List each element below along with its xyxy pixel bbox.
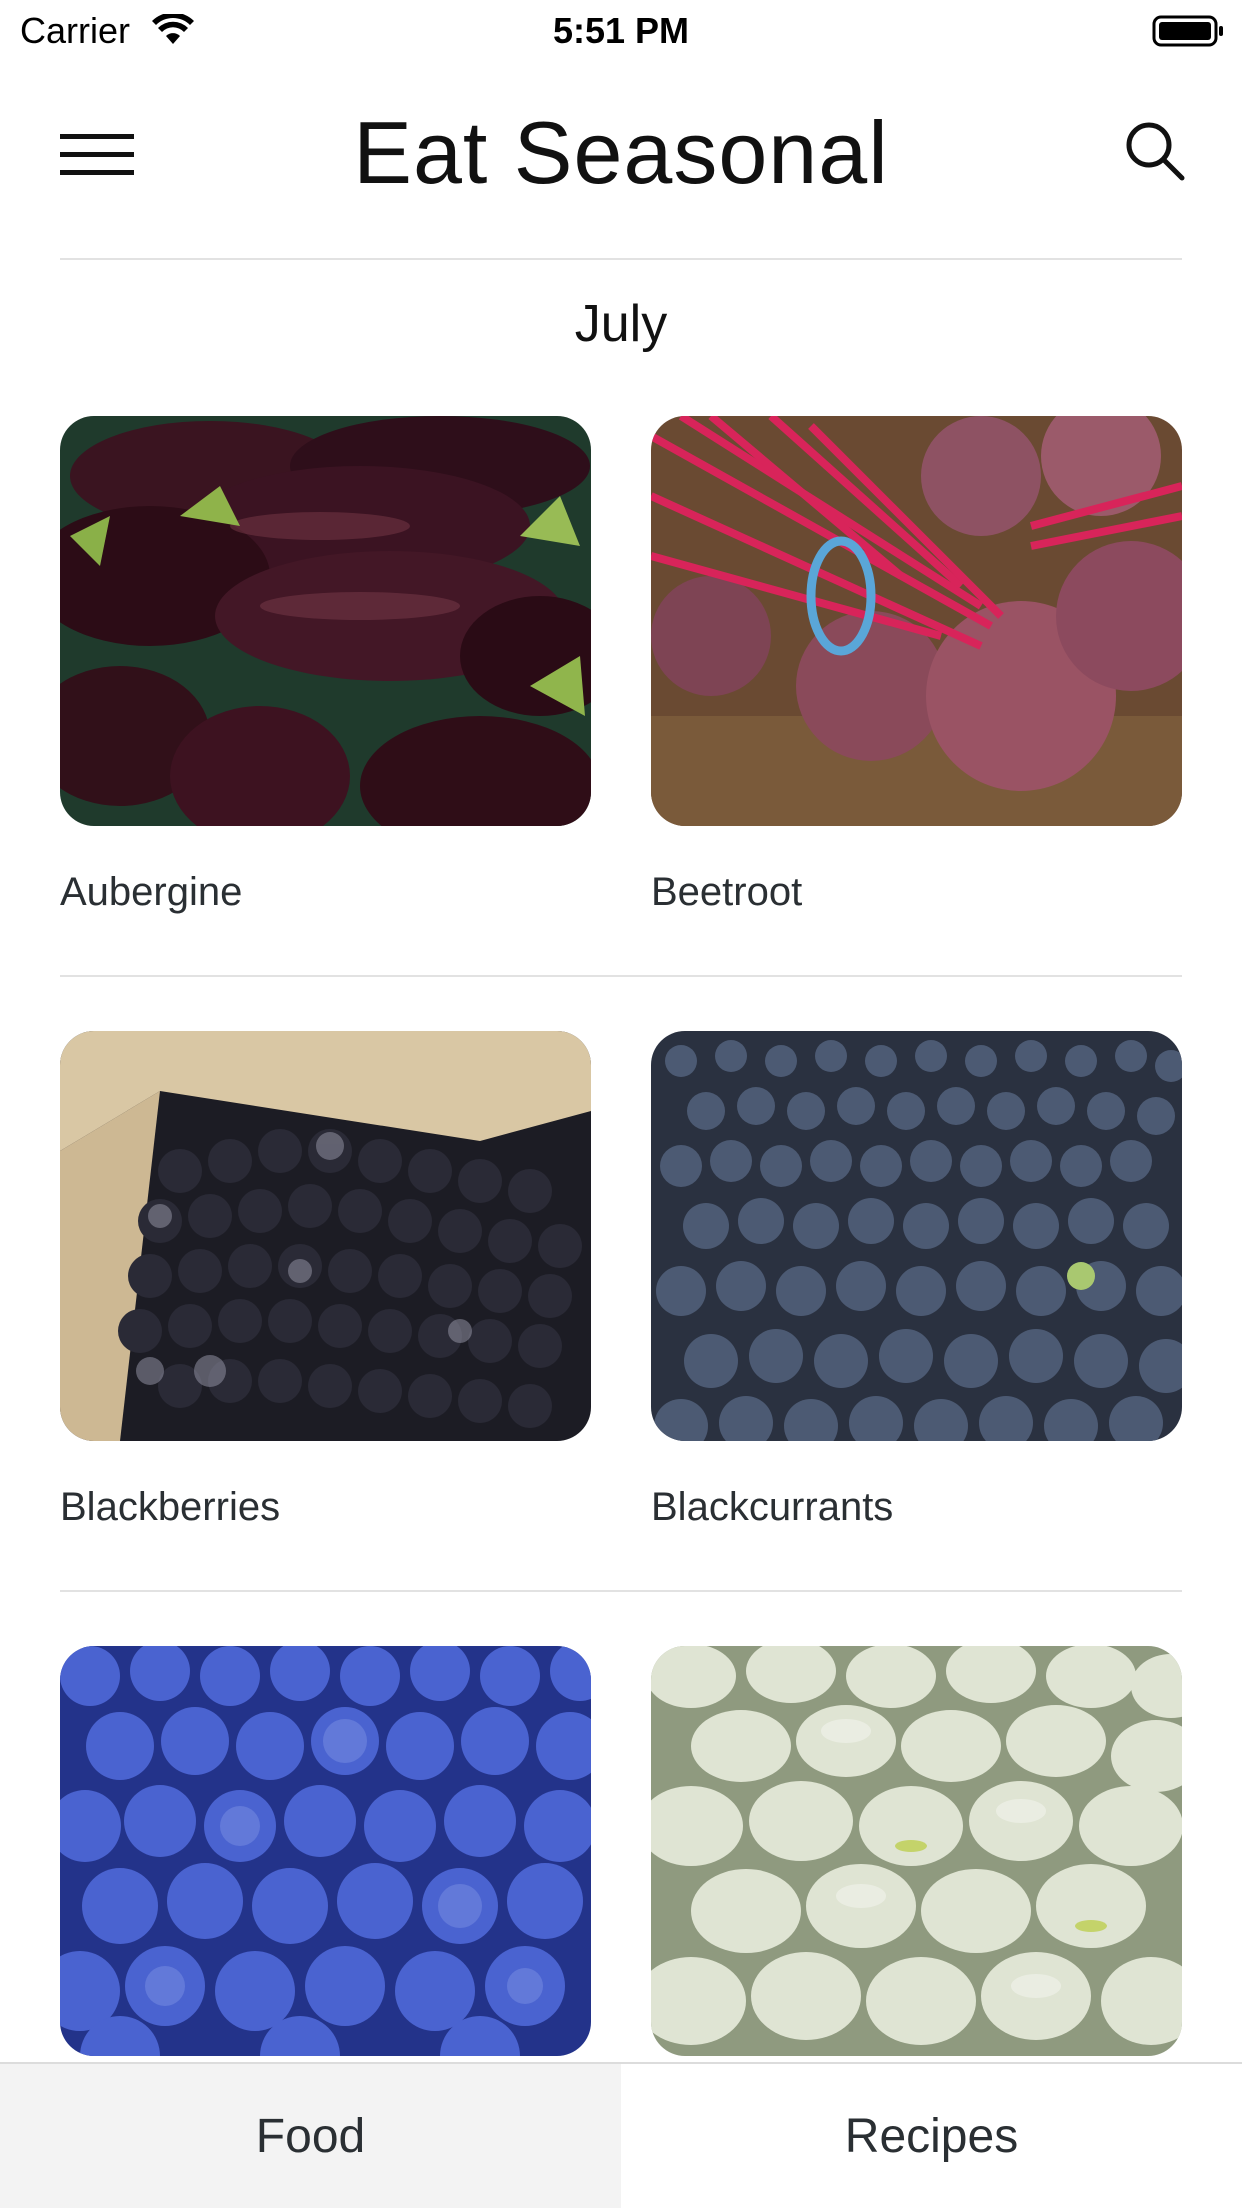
food-name: Aubergine: [60, 870, 243, 914]
beetroot-photo: [651, 416, 1182, 826]
food-card-blackcurrants[interactable]: Blackcurrants: [651, 1031, 1182, 1530]
food-card-blueberries[interactable]: [60, 1646, 591, 2100]
food-name: Blackcurrants: [651, 1485, 894, 1529]
tab-food[interactable]: Food: [0, 2064, 621, 2208]
app-title: Eat Seasonal: [353, 103, 889, 202]
tab-recipes-label: Recipes: [844, 2109, 1019, 2163]
food-name: Beetroot: [651, 870, 803, 914]
food-name: Blackberries: [60, 1485, 281, 1529]
tab-recipes[interactable]: Recipes: [621, 2064, 1242, 2208]
row-divider: [60, 1590, 1182, 1592]
search-icon[interactable]: [1124, 120, 1186, 182]
broad-beans-photo: [651, 1646, 1182, 2056]
bottom-tab-bar: Food Recipes: [0, 2062, 1242, 2208]
food-card-blackberries[interactable]: Blackberries: [60, 1031, 591, 1530]
status-time: 5:51 PM: [552, 10, 690, 51]
tab-food-label: Food: [255, 2109, 366, 2163]
blackberries-photo: [60, 1031, 591, 1441]
status-bar: Carrier 5:51 PM: [0, 0, 1242, 62]
aubergine-photo: [60, 416, 591, 826]
food-card-aubergine[interactable]: Aubergine: [60, 416, 591, 915]
row-divider: [60, 975, 1182, 977]
month-heading: July: [574, 295, 668, 353]
food-card-beetroot[interactable]: Beetroot: [651, 416, 1182, 915]
food-card-broad-beans[interactable]: [651, 1646, 1182, 2100]
blueberries-photo: [60, 1646, 591, 2056]
battery-icon: [1152, 15, 1223, 47]
blackcurrants-photo: [651, 1031, 1182, 1441]
header-divider: [60, 258, 1182, 260]
